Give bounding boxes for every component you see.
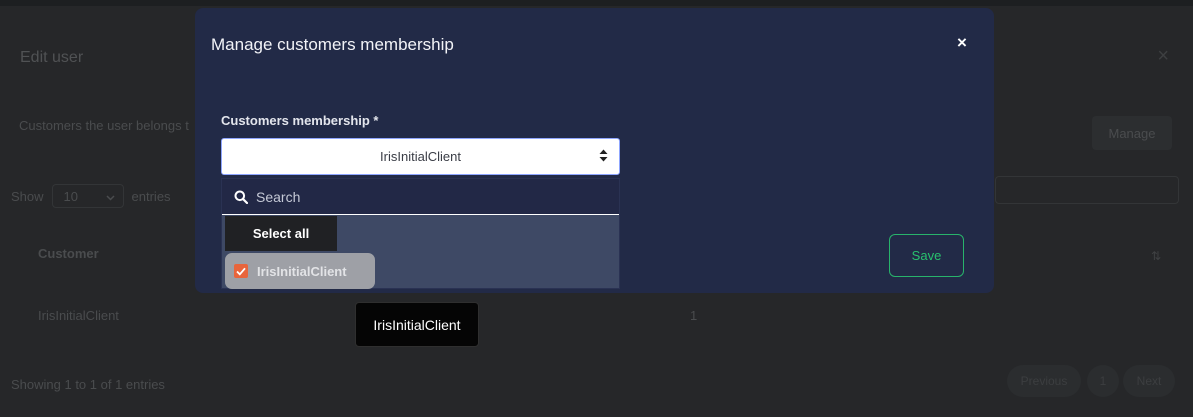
customers-dropdown: Select all IrisInitialClient xyxy=(221,178,620,289)
pagination-page[interactable]: 1 xyxy=(1087,365,1119,397)
selected-value: IrisInitialClient xyxy=(380,149,461,164)
chevron-down-icon xyxy=(106,189,115,204)
sort-icon[interactable]: ⇅ xyxy=(1151,249,1161,263)
pagination-next[interactable]: Next xyxy=(1123,365,1175,397)
dropdown-search-input[interactable] xyxy=(254,187,588,206)
select-caret-icon xyxy=(599,149,608,162)
close-icon[interactable]: × xyxy=(957,33,967,53)
dropdown-search xyxy=(222,179,619,215)
manage-customers-modal: Manage customers membership × Customers … xyxy=(195,8,994,293)
search-icon xyxy=(234,190,248,204)
page-length-value: 10 xyxy=(63,188,78,204)
save-button[interactable]: Save xyxy=(889,234,964,277)
show-label: Show xyxy=(11,188,44,204)
close-icon[interactable]: × xyxy=(1157,45,1169,68)
page-length-select[interactable]: 10 xyxy=(51,184,124,208)
table-cell-value: 1 xyxy=(690,308,698,323)
modal-title: Manage customers membership xyxy=(211,35,454,54)
manage-button[interactable]: Manage xyxy=(1092,116,1172,150)
customers-membership-select[interactable]: IrisInitialClient xyxy=(221,138,620,175)
table-search-input[interactable] xyxy=(995,176,1179,204)
entries-label: entries xyxy=(131,188,171,204)
table-cell-customer: IrisInitialClient xyxy=(38,308,119,323)
table-info: Showing 1 to 1 of 1 entries xyxy=(11,377,165,392)
customers-description: Customers the user belongs t xyxy=(19,118,189,133)
edit-user-title: Edit user xyxy=(20,49,84,66)
dropdown-option[interactable]: IrisInitialClient xyxy=(225,253,375,289)
select-all-button[interactable]: Select all xyxy=(225,216,337,251)
checkmark-icon xyxy=(236,267,246,276)
pagination-previous[interactable]: Previous xyxy=(1007,365,1081,397)
checkbox-checked[interactable] xyxy=(234,264,248,278)
tooltip: IrisInitialClient xyxy=(355,302,479,347)
customers-membership-label: Customers membership * xyxy=(221,113,379,128)
option-label: IrisInitialClient xyxy=(257,263,347,279)
page-length-control: Show 10 entries xyxy=(11,184,171,208)
column-header-customer[interactable]: Customer xyxy=(38,246,99,261)
